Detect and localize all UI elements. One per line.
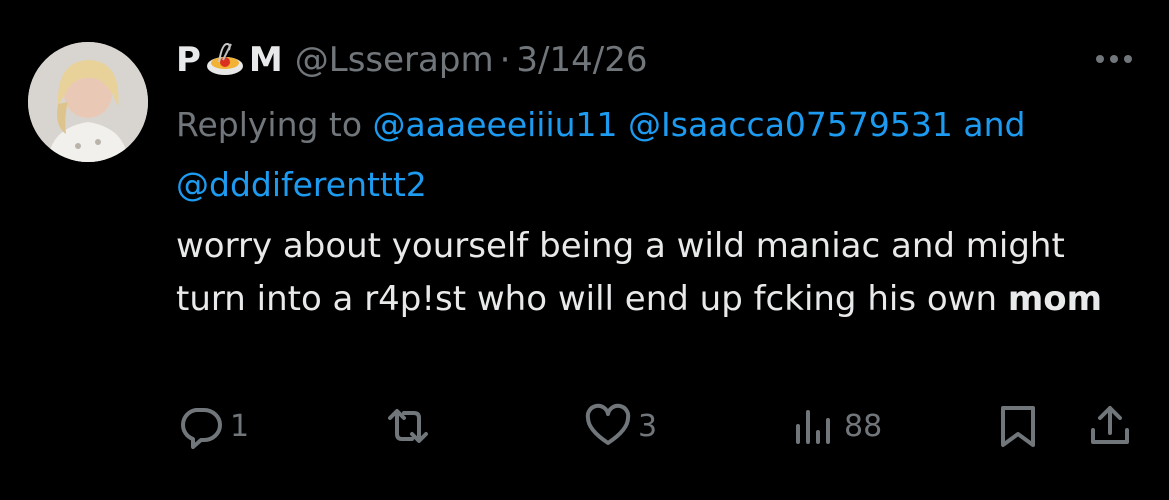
heart-icon [585, 403, 631, 445]
more-horizontal-icon [1096, 55, 1132, 63]
tweet-text-bold: mom [1007, 279, 1103, 319]
retweet-button[interactable] [384, 398, 432, 454]
tweet-text-plain: worry about yourself being a wild maniac… [176, 226, 1065, 319]
mention-link[interactable]: @Isaacca07579531 [628, 105, 953, 144]
mention-link[interactable]: @dddiferenttt2 [176, 165, 427, 204]
like-button[interactable]: 3 [584, 398, 657, 454]
share-icon [1091, 406, 1129, 444]
tweet-text: worry about yourself being a wild maniac… [176, 220, 1136, 326]
mention-link[interactable]: @aaaeeeiiiu11 [373, 105, 618, 144]
avatar[interactable] [28, 42, 148, 162]
user-handle[interactable]: @Lsserapm [295, 40, 494, 80]
more-options-button[interactable] [1090, 44, 1138, 74]
action-bar: 1 3 88 [0, 398, 1169, 454]
replying-to: Replying to @aaaeeeiiiu11 @Isaacca075795… [176, 95, 1151, 215]
tweet-header: P M @Lsserapm · 3/14/26 [176, 36, 647, 84]
reply-button[interactable]: 1 [176, 398, 249, 454]
replying-to-label: Replying to [176, 105, 363, 144]
tweet-date[interactable]: 3/14/26 [516, 40, 647, 80]
share-button[interactable] [1086, 398, 1134, 454]
header-separator: · [499, 40, 511, 80]
views-icon [796, 410, 830, 444]
like-count: 3 [638, 408, 658, 444]
retweet-icon [388, 409, 428, 443]
tweet[interactable]: P M @Lsserapm · 3/14/26 Replying to @aaa… [0, 0, 1169, 500]
reply-count: 1 [230, 408, 250, 444]
mention-conjunction[interactable]: and [963, 105, 1025, 144]
bookmark-icon [1001, 406, 1035, 447]
views-count: 88 [844, 408, 883, 444]
bookmark-button[interactable] [994, 398, 1042, 454]
reply-icon [181, 408, 222, 449]
spaghetti-emoji-icon [205, 40, 245, 80]
views-button[interactable]: 88 [790, 398, 882, 454]
display-name[interactable]: P M [176, 40, 283, 80]
avatar-image [28, 42, 148, 162]
